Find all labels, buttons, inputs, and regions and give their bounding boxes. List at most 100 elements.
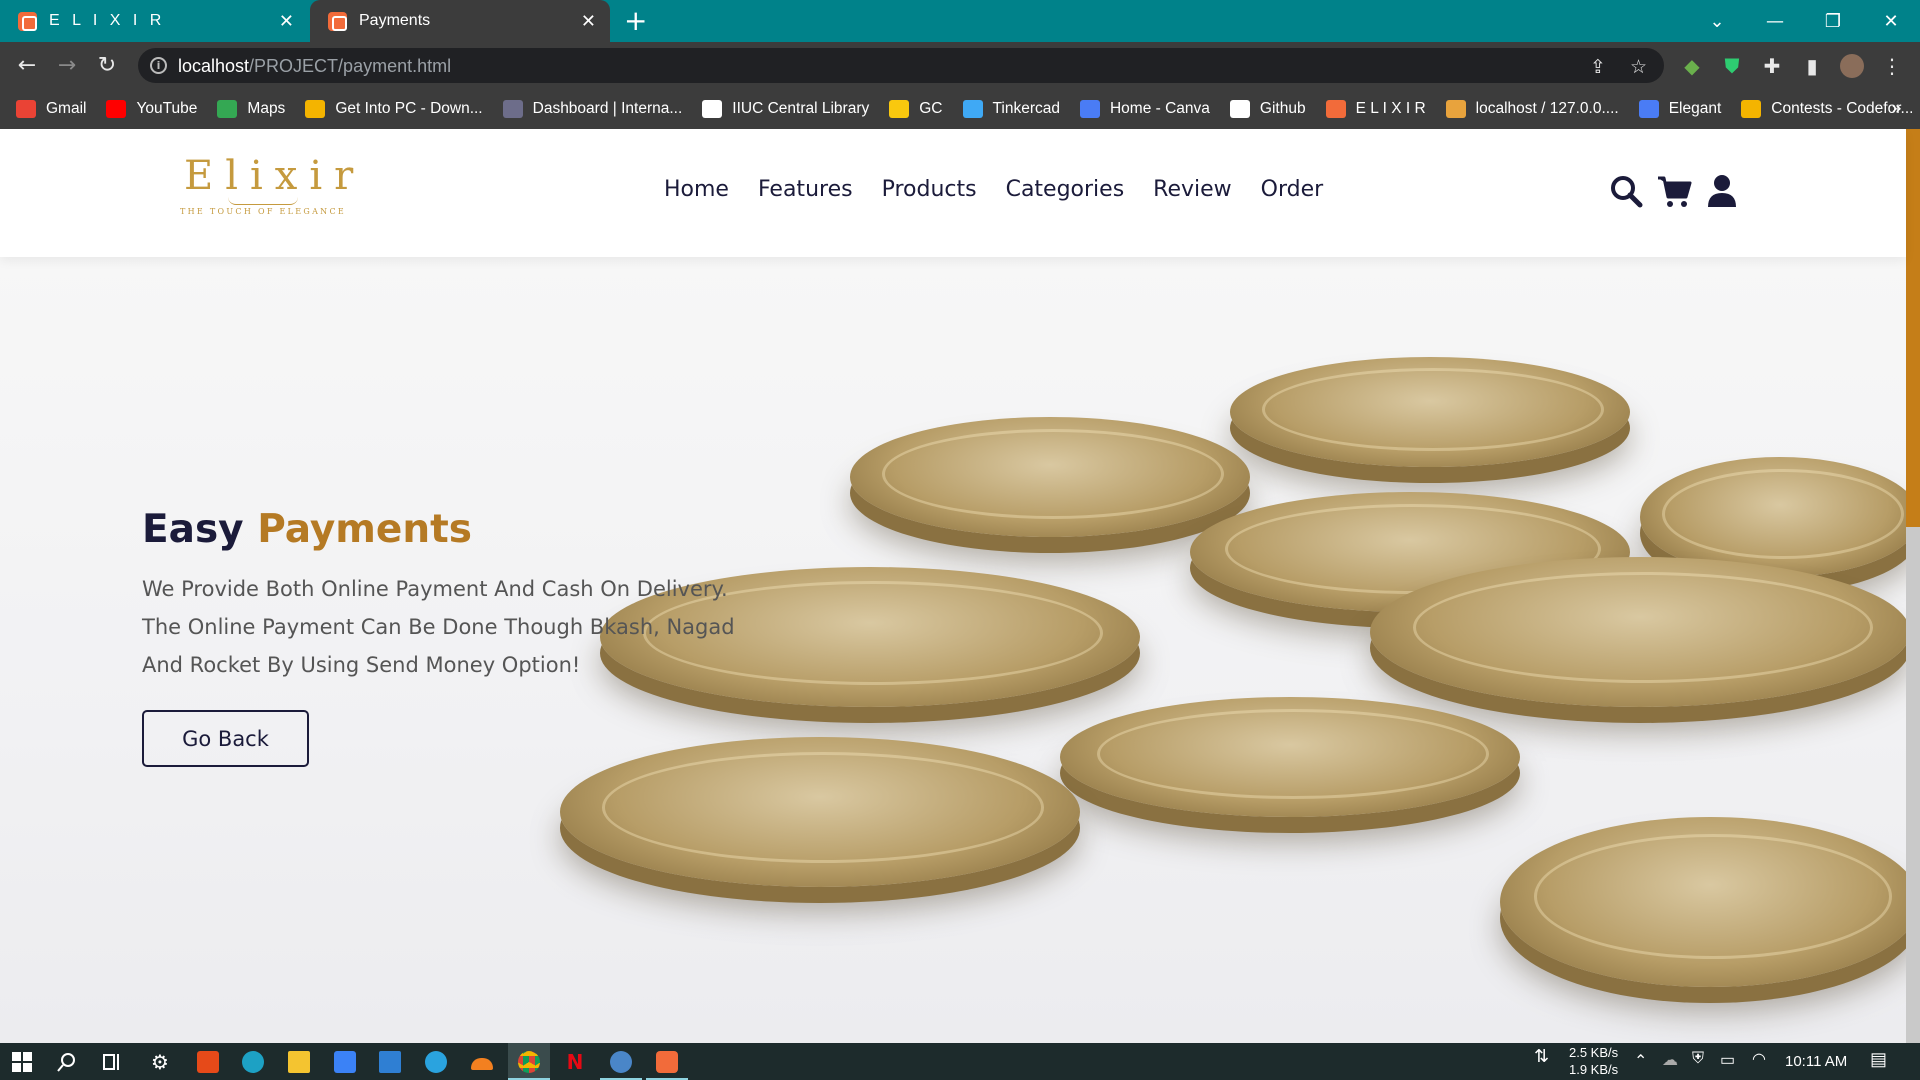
nav-products[interactable]: Products [882,177,977,202]
hero-content: Easy Payments We Provide Both Online Pay… [142,507,762,767]
bookmark-label: Github [1259,100,1306,117]
network-arrows-icon: ⇅ [1534,1046,1550,1066]
bookmark-item[interactable]: E L I X I R [1325,100,1426,118]
bookmark-label: Tinkercad [992,100,1060,117]
user-icon[interactable] [1704,173,1740,209]
tinkercad-icon [962,100,983,118]
search-icon[interactable] [56,1051,78,1073]
phpmyadmin-icon [1445,100,1466,118]
bookmark-item[interactable]: IIUC Central Library [702,100,869,118]
forward-arrow-icon[interactable]: → [52,51,82,81]
profile-avatar-icon[interactable] [1840,54,1864,78]
hero-description: We Provide Both Online Payment And Cash … [142,577,735,677]
wifi-icon[interactable]: ◠ [1752,1049,1766,1069]
bookmark-item[interactable]: Github [1229,100,1306,118]
coin-image [850,417,1250,537]
scrollbar-thumb[interactable] [1906,129,1920,527]
taskbar-clock[interactable]: 10:11 AM [1785,1053,1847,1070]
nav-categories[interactable]: Categories [1006,177,1125,202]
address-bar[interactable]: i localhost/PROJECT/payment.html ⇪ ☆ [138,48,1664,83]
file-explorer-icon[interactable] [288,1051,310,1073]
reload-icon[interactable]: ↻ [92,51,122,81]
gmail-icon [16,100,36,118]
bookmark-item[interactable]: Get Into PC - Down... [305,100,483,118]
qbittorrent-icon[interactable] [610,1051,632,1073]
bookmark-label: IIUC Central Library [732,100,870,117]
github-icon [1229,100,1250,118]
extension-drive-icon[interactable]: ◆ [1680,54,1704,78]
page-scrollbar[interactable] [1906,129,1920,1043]
nav-order[interactable]: Order [1261,177,1324,202]
minimize-button[interactable]: — [1746,0,1804,42]
tray-chevron-icon[interactable]: ⌃ [1634,1051,1647,1071]
nav-home[interactable]: Home [664,177,729,202]
bookmark-item[interactable]: Elegant [1638,100,1722,118]
bookmark-item[interactable]: Contests - Codefor... [1741,100,1913,118]
bookmark-item[interactable]: Dashboard | Interna... [502,100,683,118]
settings-gear-icon[interactable]: ⚙ [149,1051,171,1073]
battery-icon[interactable]: ▭ [1720,1050,1735,1070]
getintopc-icon [305,100,326,118]
tab-close-icon[interactable]: ✕ [581,12,596,30]
nav-features[interactable]: Features [758,177,853,202]
bookmark-item[interactable]: Tinkercad [962,100,1060,118]
windows-start-icon[interactable] [11,1051,33,1073]
defender-icon[interactable]: ⛨ [1692,1050,1704,1068]
tab-label: Payments [359,12,431,29]
bookmark-label: Elegant [1668,100,1722,117]
share-icon[interactable]: ⇪ [1590,56,1606,78]
bookmark-label: Home - Canva [1109,100,1210,117]
bookmark-label: Gmail [46,100,87,117]
back-arrow-icon[interactable]: ← [12,51,42,81]
bookmark-item[interactable]: localhost / 127.0.0.... [1445,100,1619,118]
cart-icon[interactable] [1656,173,1692,209]
elixir-logo[interactable]: Elixir THE TOUCH OF ELEGANCE [180,153,353,219]
dashboard-icon [502,100,523,118]
extensions-puzzle-icon[interactable]: ✚ [1760,54,1784,78]
edge-icon[interactable] [242,1051,264,1073]
elegant-icon [1638,100,1659,118]
telegram-icon[interactable] [425,1051,447,1073]
main-nav: Home Features Products Categories Review… [664,177,1352,202]
bookmark-label: Maps [247,100,286,117]
store-icon[interactable] [334,1051,356,1073]
bookmark-star-icon[interactable]: ☆ [1630,56,1647,78]
bookmarks-overflow-icon[interactable]: » [1891,98,1902,119]
cloudflare-icon[interactable] [471,1058,493,1070]
chrome-icon[interactable] [518,1051,540,1073]
office-icon[interactable] [197,1051,219,1073]
logo-tagline: THE TOUCH OF ELEGANCE [180,207,347,216]
new-tab-button[interactable]: + [624,6,647,36]
tab-elixir[interactable]: E L I X I R ✕ [0,0,308,42]
net-download-speed: 2.5 KB/s [1569,1045,1619,1060]
mail-icon[interactable] [379,1051,401,1073]
tab-payments[interactable]: Payments ✕ [310,0,610,42]
bookmark-label: Dashboard | Interna... [532,100,683,117]
go-back-button[interactable]: Go Back [142,710,309,767]
hero-section: Easy Payments We Provide Both Online Pay… [0,257,1906,1043]
youtube-icon [106,100,127,118]
onedrive-icon[interactable]: ☁ [1662,1050,1678,1070]
tab-close-icon[interactable]: ✕ [279,12,294,30]
search-icon[interactable] [1608,173,1644,209]
bookmark-label: GC [919,100,943,117]
bookmark-item[interactable]: Maps [217,100,285,118]
notifications-icon[interactable]: ▤ [1870,1049,1887,1070]
kebab-menu-icon[interactable]: ⋮ [1880,54,1904,78]
site-info-icon[interactable]: i [150,57,167,74]
bookmark-item[interactable]: Gmail [16,100,86,118]
page-viewport: Elixir THE TOUCH OF ELEGANCE Home Featur… [0,129,1920,1043]
bookmark-item[interactable]: Home - Canva [1079,100,1210,118]
xampp-icon[interactable] [656,1051,678,1073]
extension-shield-icon[interactable]: ⛊ [1720,54,1744,78]
bookmark-item[interactable]: GC [889,100,943,118]
side-panel-icon[interactable]: ▮ [1800,54,1824,78]
bookmark-item[interactable]: YouTube [106,100,197,118]
nav-review[interactable]: Review [1153,177,1232,202]
close-window-button[interactable]: ✕ [1862,0,1920,42]
restore-button[interactable]: ❐ [1804,0,1862,42]
bookmark-label: YouTube [136,100,198,117]
tab-search-icon[interactable]: ⌄ [1688,0,1746,42]
netflix-icon[interactable]: N [564,1051,586,1073]
task-view-icon[interactable] [100,1051,122,1073]
